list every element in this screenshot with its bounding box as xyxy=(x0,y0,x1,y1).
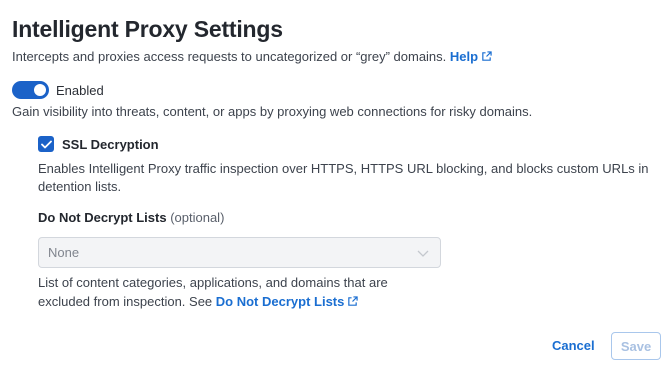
enabled-toggle-row: Enabled xyxy=(12,81,104,99)
ssl-decryption-label: SSL Decryption xyxy=(62,136,159,152)
ssl-decryption-row: SSL Decryption xyxy=(38,136,159,152)
toggle-knob xyxy=(34,84,46,96)
ssl-decryption-description: Enables Intelligent Proxy traffic inspec… xyxy=(38,161,649,194)
ssl-decryption-checkbox[interactable] xyxy=(38,136,54,152)
cancel-button[interactable]: Cancel xyxy=(552,338,595,353)
enabled-label: Enabled xyxy=(56,82,104,98)
checkmark-icon xyxy=(40,140,52,148)
external-link-icon xyxy=(482,51,492,61)
do-not-decrypt-select[interactable]: None xyxy=(38,237,441,268)
do-not-decrypt-lists-link-label: Do Not Decrypt Lists xyxy=(215,294,345,309)
select-value: None xyxy=(48,245,80,260)
do-not-decrypt-heading: Do Not Decrypt Lists (optional) xyxy=(38,210,224,225)
subtitle-text: Intercepts and proxies access requests t… xyxy=(12,49,447,64)
help-link[interactable]: Help xyxy=(450,49,492,64)
chevron-down-icon xyxy=(417,250,429,257)
help-link-label: Help xyxy=(449,49,479,64)
enabled-toggle[interactable] xyxy=(12,81,49,99)
do-not-decrypt-lists-link[interactable]: Do Not Decrypt Lists xyxy=(216,294,359,309)
optional-tag: (optional) xyxy=(170,210,225,225)
page-title: Intelligent Proxy Settings xyxy=(12,16,283,42)
proxy-description: Gain visibility into threats, content, o… xyxy=(12,104,533,119)
do-not-decrypt-heading-label: Do Not Decrypt Lists xyxy=(38,210,167,225)
save-button[interactable]: Save xyxy=(611,332,661,360)
page-subtitle: Intercepts and proxies access requests t… xyxy=(12,49,492,64)
external-link-icon xyxy=(348,296,359,306)
do-not-decrypt-help: List of content categories, applications… xyxy=(38,273,438,311)
